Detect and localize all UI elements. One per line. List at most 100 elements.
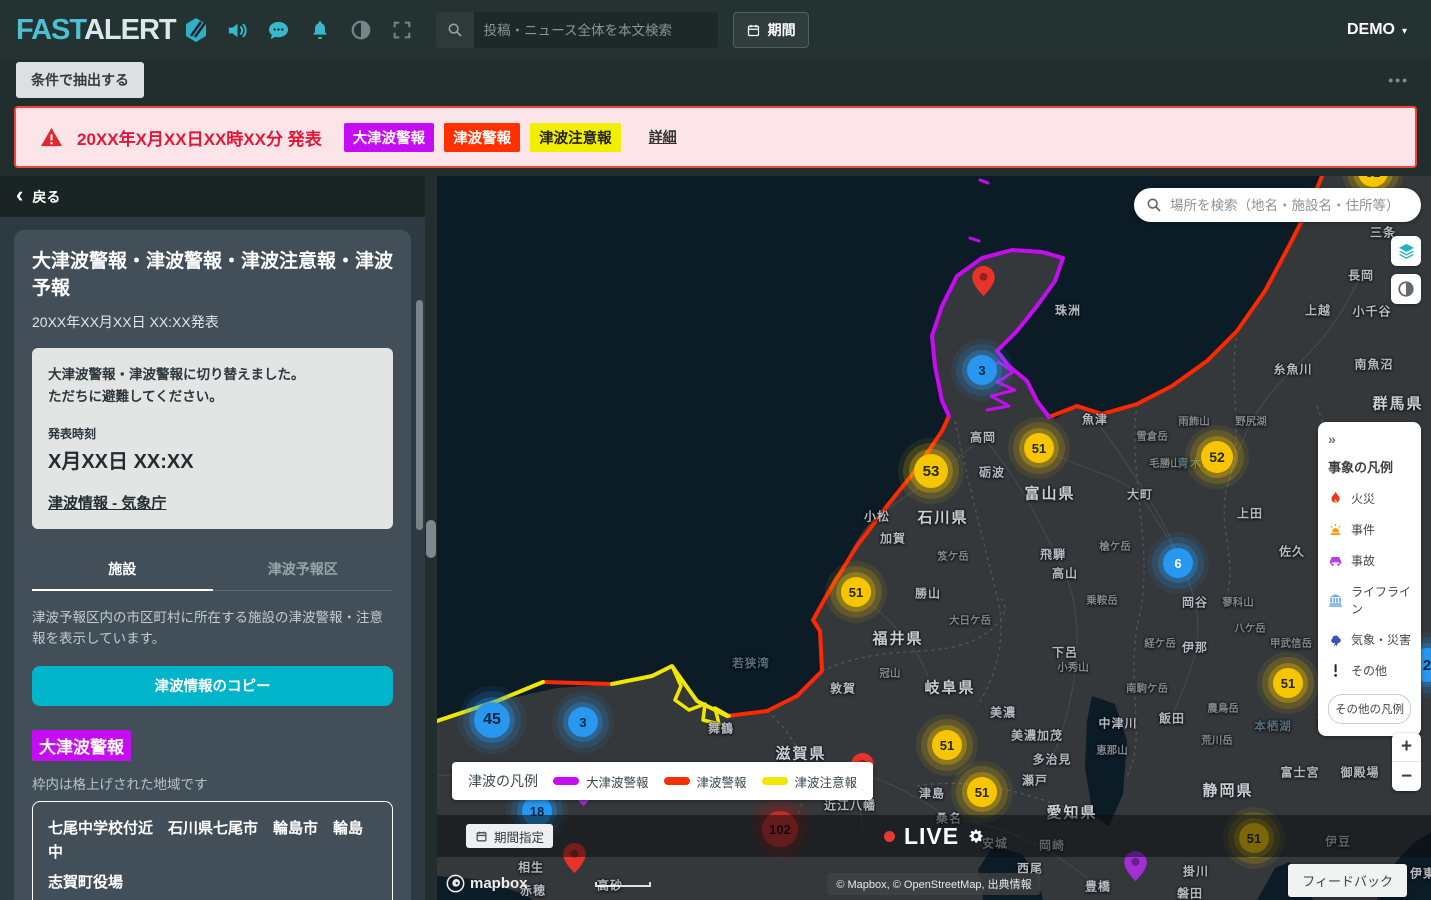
chat-icon[interactable] — [266, 17, 292, 43]
map-label: 南魚沼 — [1354, 356, 1393, 373]
event-legend-item[interactable]: その他 — [1328, 662, 1411, 679]
more-menu-icon[interactable]: ••• — [1388, 72, 1415, 88]
notice-line: 大津波警報・津波警報に切り替えました。 — [48, 364, 377, 386]
map-label: 中津川 — [1098, 715, 1137, 732]
map-label: 若狭湾 — [732, 655, 770, 671]
main-area: ‹ 戻る 大津波警報・津波警報・津波注意報・津波予報 20XX年XX月XX日 X… — [0, 176, 1431, 900]
event-legend-item[interactable]: 火災 — [1328, 490, 1411, 507]
map-label: 瀬戸 — [1022, 772, 1048, 789]
mapbox-logo[interactable]: mapbox — [446, 874, 528, 893]
back-button[interactable]: ‹ 戻る — [0, 176, 425, 217]
tab-施設[interactable]: 施設 — [32, 549, 213, 591]
map-label: 加賀 — [880, 530, 906, 547]
map-label: 磐田 — [1177, 885, 1203, 900]
alert-detail-link[interactable]: 詳細 — [649, 127, 677, 147]
map-label: 多治見 — [1032, 751, 1071, 768]
contrast-icon[interactable] — [348, 17, 374, 43]
map-label: 津島 — [919, 785, 945, 802]
calendar-icon — [475, 830, 488, 843]
event-legend-label: 火災 — [1351, 490, 1375, 507]
map-label: 伊東 — [1410, 865, 1431, 882]
legend-collapse-icon[interactable]: » — [1328, 431, 1411, 447]
map-label: 相生 — [518, 859, 544, 876]
event-legend-item[interactable]: 事件 — [1328, 521, 1411, 538]
tsunami-legend-item: 津波注意報 — [762, 772, 858, 791]
cluster-marker[interactable]: 51 — [932, 730, 962, 760]
bell-icon[interactable] — [307, 17, 333, 43]
map-label: 上越 — [1305, 302, 1331, 319]
map-search — [1134, 188, 1421, 222]
cluster-marker[interactable]: 51 — [1024, 433, 1054, 463]
map-label: 魚津 — [1082, 411, 1108, 428]
period-select-label: 期間指定 — [494, 827, 544, 846]
zoom-out-button[interactable]: − — [1392, 762, 1421, 791]
other-legend-button[interactable]: その他の凡例 — [1328, 694, 1411, 724]
sound-icon[interactable] — [225, 17, 251, 43]
copy-tsunami-info-button[interactable]: 津波情報のコピー — [32, 666, 393, 706]
notice-lines: 大津波警報・津波警報に切り替えました。ただちに避難してください。 — [48, 364, 377, 409]
map-label: 群馬県 — [1372, 393, 1423, 414]
gear-icon[interactable] — [968, 828, 984, 844]
global-search — [436, 12, 718, 48]
tsunami-legend: 津波の凡例 大津波警報津波警報津波注意報 — [452, 762, 873, 800]
cluster-marker[interactable]: 52 — [1201, 441, 1233, 473]
map-label: 冠山 — [880, 666, 901, 681]
map-label: 美濃加茂 — [1011, 727, 1063, 744]
period-select-button[interactable]: 期間指定 — [466, 824, 553, 848]
event-legend-item[interactable]: ライフライン — [1328, 583, 1411, 617]
map-label: 岡谷 — [1182, 594, 1208, 611]
alert-badges: 大津波警報津波警報津波注意報 — [344, 123, 621, 152]
cluster-marker[interactable]: 3 — [967, 355, 997, 385]
car-icon — [1328, 553, 1343, 568]
chevron-left-icon: ‹ — [16, 184, 23, 206]
flame-icon — [1328, 491, 1343, 506]
map-pin[interactable] — [972, 266, 995, 296]
map-label: 珠洲 — [1055, 302, 1081, 319]
cluster-marker[interactable]: 51 — [841, 577, 871, 607]
tsunami-legend-item: 大津波警報 — [553, 772, 649, 791]
map-attribution[interactable]: © Mapbox, © OpenStreetMap, 出典情報 — [827, 873, 1040, 895]
zoom-in-button[interactable]: + — [1392, 733, 1421, 762]
map-label: 恵那山 — [1096, 743, 1128, 758]
search-icon[interactable] — [436, 12, 474, 48]
map-search-input[interactable] — [1170, 198, 1409, 213]
map-label: 糸魚川 — [1273, 361, 1312, 378]
period-button[interactable]: 期間 — [733, 12, 809, 48]
fullscreen-icon[interactable] — [389, 17, 415, 43]
tab-description: 津波予報区内の市区町村に所在する施設の津波警報・注意報を表示しています。 — [32, 608, 393, 650]
cluster-marker[interactable]: 51 — [1273, 668, 1303, 698]
map-label: 舞鶴 — [708, 720, 734, 737]
tsunami-sidebar: ‹ 戻る 大津波警報・津波警報・津波注意報・津波予報 20XX年XX月XX日 X… — [0, 176, 425, 900]
notice-line: ただちに避難してください。 — [48, 386, 377, 408]
cluster-marker[interactable]: 3 — [568, 707, 598, 737]
cluster-marker[interactable]: 53 — [914, 454, 948, 488]
cluster-marker[interactable]: 6 — [1163, 548, 1193, 578]
sidebar-scrollbar[interactable] — [416, 300, 423, 530]
map-contrast-button[interactable] — [1391, 274, 1421, 304]
event-legend-label: その他 — [1351, 662, 1387, 679]
map-label: 伊那 — [1182, 639, 1208, 656]
cluster-marker[interactable]: 51 — [967, 777, 997, 807]
feedback-button[interactable]: フィードバック — [1288, 864, 1407, 897]
map-label: 甲武信岳 — [1270, 636, 1312, 651]
event-legend-item[interactable]: 事故 — [1328, 552, 1411, 569]
layers-button[interactable] — [1391, 236, 1421, 266]
filter-button[interactable]: 条件で抽出する — [16, 62, 144, 98]
global-search-input[interactable] — [474, 23, 718, 38]
tsunami-legend-label: 津波注意報 — [795, 772, 858, 791]
alert-badge: 津波警報 — [444, 123, 520, 152]
account-menu[interactable]: DEMO ▾ — [1347, 21, 1415, 39]
map-container[interactable]: 群馬県富山県石川県福井県岐阜県愛知県滋賀県静岡県珠洲魚津高岡砺波大町上田佐久小松… — [437, 176, 1431, 900]
fastalert-logo[interactable]: FASTALERT — [16, 16, 210, 45]
area-line: 七尾中学校付近 石川県七尾市 輪島市 輪島中 — [48, 814, 377, 868]
event-legend-item[interactable]: 気象・災害 — [1328, 631, 1411, 648]
map-label: 槍ケ岳 — [1099, 539, 1131, 554]
alert-sections: 大津波警報枠内は格上げされた地域です七尾中学校付近 石川県七尾市 輪島市 輪島中… — [32, 730, 393, 900]
cluster-marker[interactable]: 45 — [474, 702, 510, 738]
sidebar-resize-handle[interactable] — [426, 520, 436, 558]
map-label: 上田 — [1237, 505, 1263, 522]
map-label: 小秀山 — [1057, 660, 1089, 675]
jma-source-link[interactable]: 津波情報 - 気象庁 — [48, 492, 166, 513]
app-header: FASTALERT 期間 DEMO ▾ — [0, 0, 1431, 60]
tab-津波予報区[interactable]: 津波予報区 — [213, 549, 394, 590]
